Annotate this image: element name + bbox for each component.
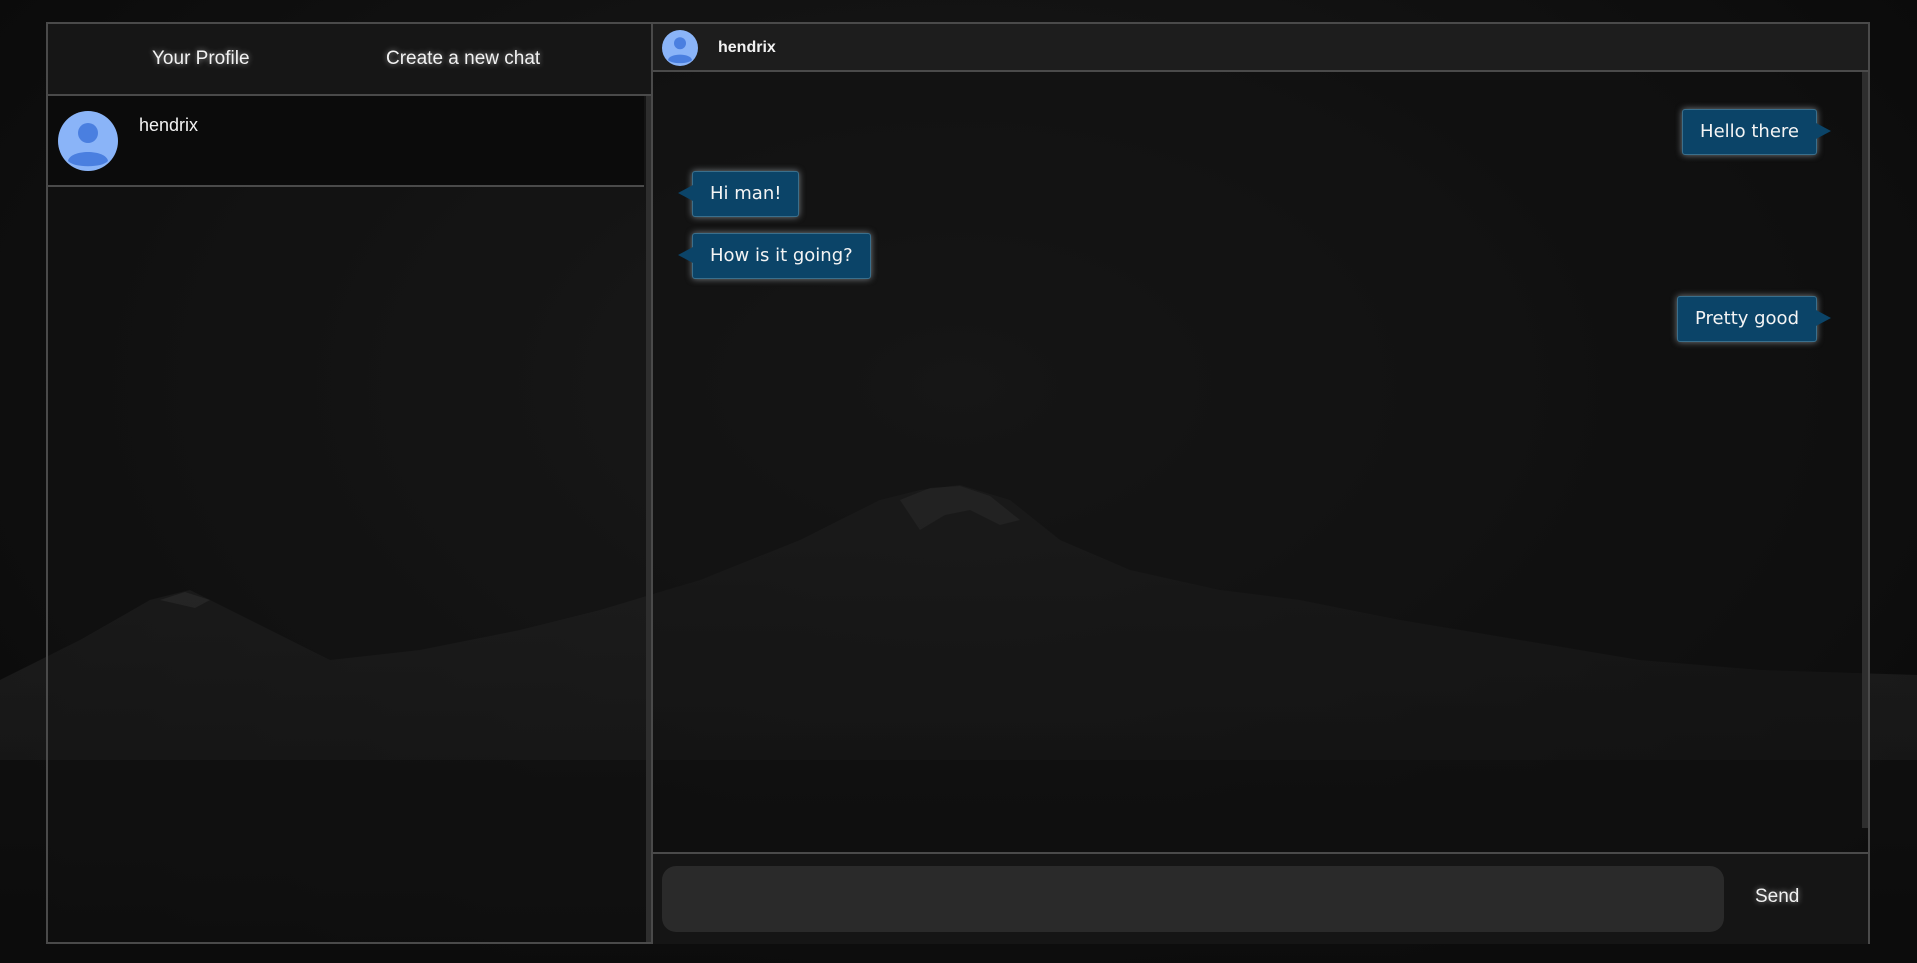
- sidebar-header: Your Profile Create a new chat: [48, 24, 651, 96]
- user-avatar-icon: [58, 111, 118, 171]
- send-button[interactable]: Send: [1755, 886, 1799, 908]
- messages-scrollbar[interactable]: [1862, 72, 1868, 828]
- message-bubble-sent: Hello there: [1682, 109, 1831, 155]
- message-bubble-sent: Pretty good: [1677, 296, 1831, 342]
- create-new-chat-link[interactable]: Create a new chat: [386, 48, 540, 70]
- chat-header-name: hendrix: [718, 39, 776, 56]
- chat-list: hendrix: [48, 96, 644, 942]
- message-bubble-received: Hi man!: [677, 171, 800, 217]
- message-list: Hello there Hi man! How is it going? Pre…: [653, 72, 1862, 828]
- chat-app: Your Profile Create a new chat hendrix h…: [46, 22, 1870, 944]
- chat-list-item-hendrix[interactable]: hendrix: [48, 96, 644, 187]
- message-input[interactable]: [662, 866, 1724, 932]
- chat-header: hendrix: [653, 24, 1868, 72]
- user-avatar-icon: [662, 30, 698, 66]
- sidebar: Your Profile Create a new chat hendrix: [46, 22, 653, 944]
- your-profile-link[interactable]: Your Profile: [152, 48, 250, 70]
- message-composer: Send: [653, 852, 1868, 944]
- page: Your Profile Create a new chat hendrix h…: [0, 0, 1917, 963]
- chat-panel: hendrix Hello there Hi man! How is it go…: [651, 22, 1870, 944]
- chat-list-item-name: hendrix: [139, 115, 199, 135]
- message-bubble-received: How is it going?: [678, 233, 871, 279]
